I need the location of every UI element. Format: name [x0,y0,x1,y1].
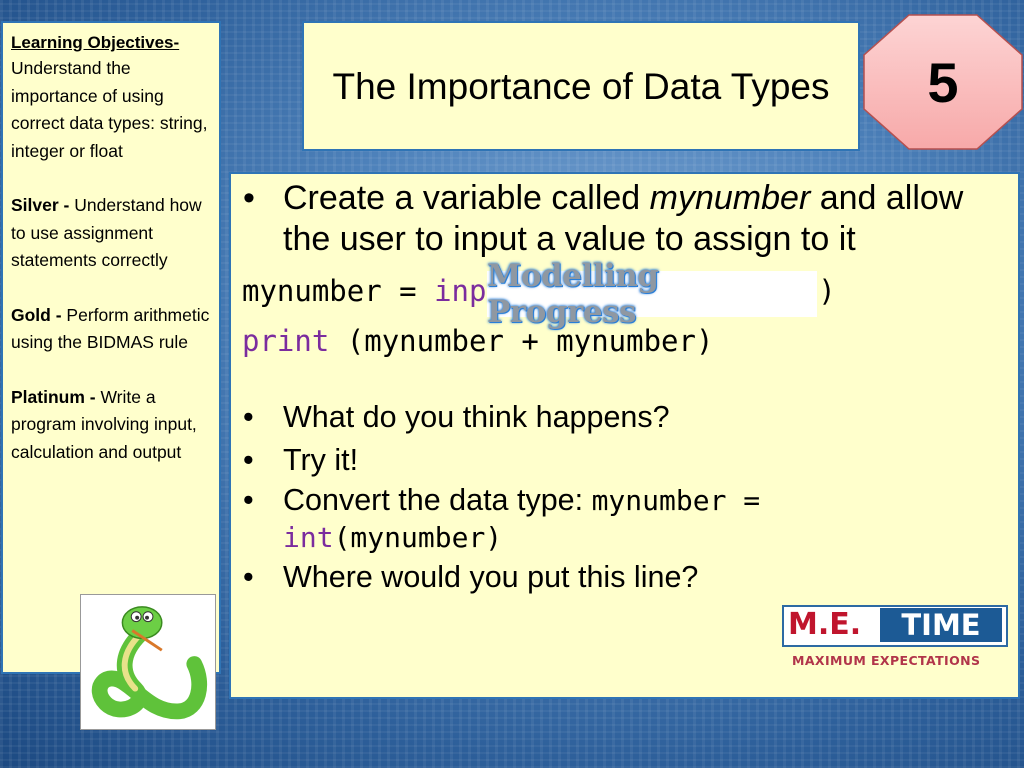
learning-objectives-panel: Learning Objectives- Understand the impo… [1,21,221,674]
bullet-create-variable: • Create a variable called mynumber and … [241,178,1008,260]
bullet-convert: • Convert the data type: mynumber = int(… [241,482,1008,556]
objectives-heading: Learning Objectives- [11,33,180,52]
objective-gold: Gold - Perform arithmetic using the BIDM… [11,302,211,357]
bullet-text: Convert the data type: [283,483,592,517]
bullet-text: Create a variable called [283,179,650,217]
bullet-icon: • [243,443,254,477]
logo-time: TIME [880,608,1002,642]
objective-silver: Silver - Understand how to use assignmen… [11,192,211,275]
slide-title: The Importance of Data Types [332,65,830,107]
code-token: (mynumber) [333,521,503,554]
slide-number-badge: 5 [862,13,1024,151]
code-token: mynumber = [242,274,435,308]
logo-me: M.E. [788,607,862,642]
bullet-icon: • [243,179,255,217]
bullet-text: Try it! [283,443,359,477]
bullet-text: What do you think happens? [283,400,670,434]
bullet-try-it: • Try it! [241,439,1008,482]
code-keyword: int [283,521,334,554]
code-keyword: print [242,324,330,358]
variable-name: mynumber [649,179,811,217]
bullet-text: Where would you put this line? [283,560,699,594]
bullet-icon: • [243,483,254,517]
modelling-progress-logo: Modelling Progress [487,258,817,330]
bullet-icon: • [243,400,254,434]
python-snake-image [80,594,216,730]
code-token: mynumber = [591,484,761,517]
slide-number: 5 [927,50,959,114]
bullet-question-1: • What do you think happens? [241,396,1008,439]
platinum-label: Platinum - [11,386,96,407]
snake-icon [91,606,208,720]
code-token: ) [818,274,836,308]
objectives-intro: Understand the importance of using corre… [11,58,208,161]
gold-label: Gold - [11,304,62,325]
title-box: The Importance of Data Types [302,21,860,151]
bullet-icon: • [243,560,254,594]
objective-platinum: Platinum - Write a program involving inp… [11,384,211,467]
me-time-logo: M.E. TIME MAXIMUM EXPECTATIONS [782,605,1008,671]
logo-tagline: MAXIMUM EXPECTATIONS [792,653,981,668]
silver-label: Silver - [11,195,70,215]
bullet-where: • Where would you put this line? [241,556,1008,599]
